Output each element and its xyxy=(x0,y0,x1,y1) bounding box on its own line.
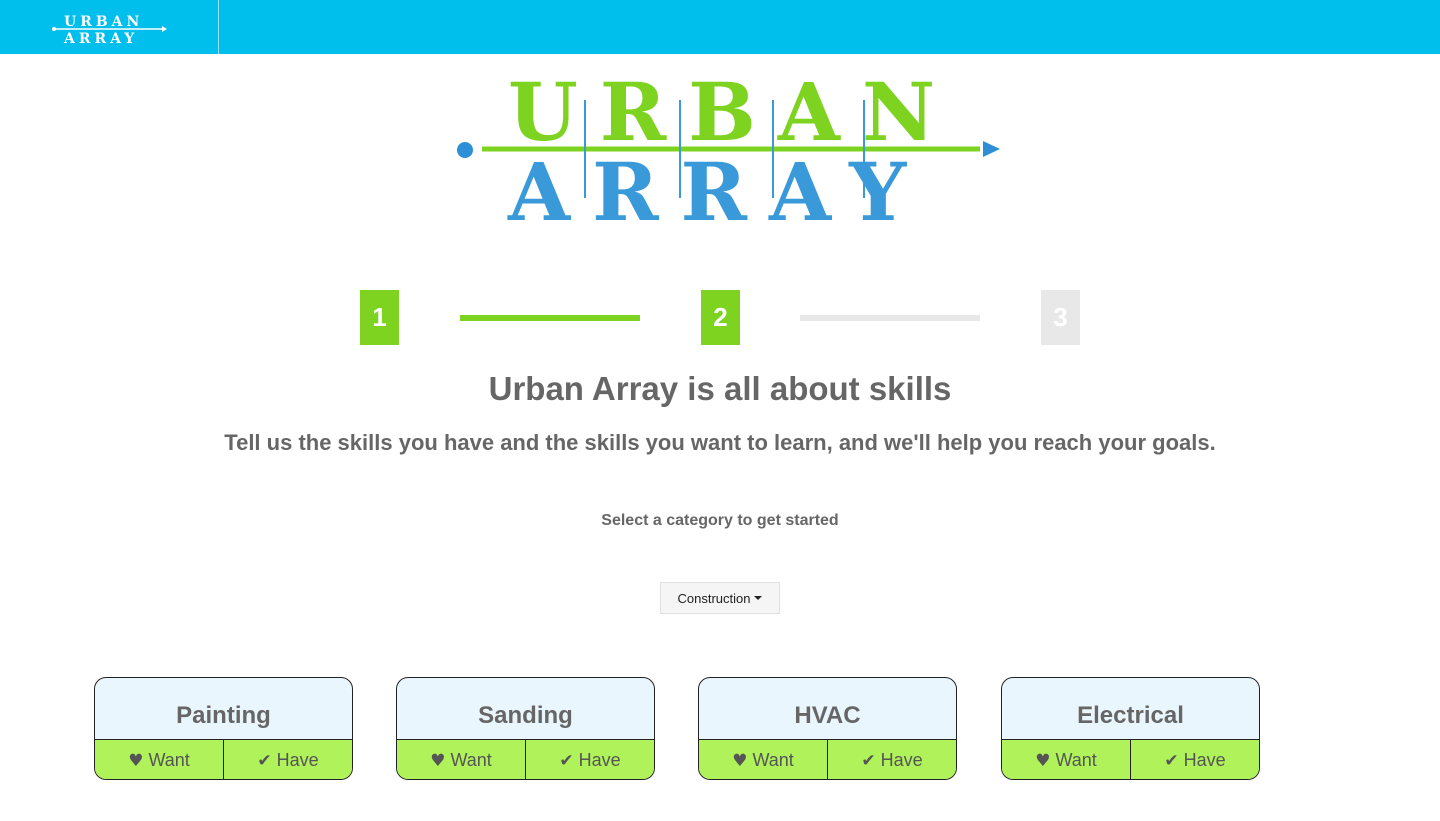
svg-text:URBAN: URBAN xyxy=(64,14,143,30)
skill-name: Electrical xyxy=(1002,678,1259,740)
step-1: 1 xyxy=(360,290,399,345)
check-icon: ✔ xyxy=(861,750,876,771)
check-icon: ✔ xyxy=(1164,750,1179,771)
svg-text:ARRAY: ARRAY xyxy=(63,31,138,46)
heart-icon: ♥ xyxy=(1035,750,1051,771)
step-3: 3 xyxy=(1041,290,1080,345)
have-button[interactable]: ✔ Have xyxy=(827,740,956,779)
heart-icon: ♥ xyxy=(430,750,446,771)
skill-name: HVAC xyxy=(699,678,956,740)
check-icon: ✔ xyxy=(257,750,272,771)
progress-steps: 1 2 3 xyxy=(360,290,1080,345)
skill-card-painting: Painting ♥ Want ✔ Have xyxy=(94,677,353,780)
category-dropdown[interactable]: Construction xyxy=(660,582,780,614)
caret-down-icon xyxy=(754,596,763,600)
category-prompt: Select a category to get started xyxy=(601,512,839,529)
hero-logo: URBAN ARRAY xyxy=(450,65,1010,239)
nav-logo-mark: URBAN ARRAY xyxy=(52,14,167,46)
step-connector-2 xyxy=(800,315,980,321)
want-button[interactable]: ♥ Want xyxy=(397,740,525,779)
skill-name: Painting xyxy=(95,678,352,740)
category-dropdown-label: Construction xyxy=(677,590,751,606)
heart-icon: ♥ xyxy=(732,750,748,771)
page-title: Urban Array is all about skills xyxy=(488,370,952,407)
heart-icon: ♥ xyxy=(128,750,144,771)
have-button[interactable]: ✔ Have xyxy=(525,740,654,779)
step-2: 2 xyxy=(701,290,740,345)
skill-card-sanding: Sanding ♥ Want ✔ Have xyxy=(396,677,655,780)
step-connector-1 xyxy=(460,315,640,321)
have-button[interactable]: ✔ Have xyxy=(1130,740,1259,779)
skill-card-hvac: HVAC ♥ Want ✔ Have xyxy=(698,677,957,780)
hero-logo-bottom: ARRAY xyxy=(507,145,928,230)
nav-logo[interactable]: URBAN ARRAY xyxy=(0,0,219,54)
want-button[interactable]: ♥ Want xyxy=(699,740,827,779)
want-button[interactable]: ♥ Want xyxy=(1002,740,1130,779)
skill-name: Sanding xyxy=(397,678,654,740)
have-button[interactable]: ✔ Have xyxy=(223,740,352,779)
top-navbar: URBAN ARRAY xyxy=(0,0,1440,54)
skill-card-electrical: Electrical ♥ Want ✔ Have xyxy=(1001,677,1260,780)
page-subtitle: Tell us the skills you have and the skil… xyxy=(224,430,1216,455)
want-button[interactable]: ♥ Want xyxy=(95,740,223,779)
check-icon: ✔ xyxy=(559,750,574,771)
